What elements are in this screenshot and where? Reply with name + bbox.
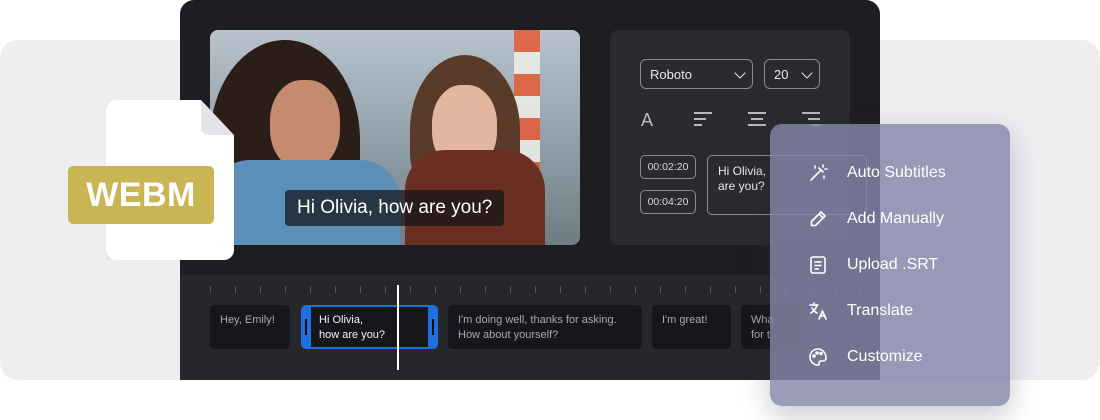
font-family-value: Roboto [650, 67, 692, 82]
end-time-field[interactable]: 00:04:20 [640, 190, 696, 214]
file-format-badge: WEBM [68, 166, 214, 224]
palette-icon [809, 348, 827, 366]
clip-text: I'm great! [662, 314, 708, 326]
chevron-down-icon [801, 67, 813, 79]
menu-item-customize[interactable]: Customize [808, 345, 923, 369]
clip-trim-handle-left[interactable] [305, 319, 307, 335]
video-caption: Hi Olivia, how are you? [285, 190, 505, 226]
clip-text: how are you? [319, 329, 386, 341]
timeline-clip[interactable]: Hey, Emily! [210, 305, 290, 349]
magic-wand-icon [810, 164, 828, 181]
clip-body: Hi Olivia, how are you? [311, 307, 428, 347]
menu-item-label: Customize [847, 348, 923, 365]
clip-text: Hi Olivia, [319, 314, 364, 326]
clip-text: I'm doing well, thanks for asking. [458, 314, 617, 326]
font-size-select[interactable]: 20 [764, 59, 820, 89]
menu-item-upload-srt[interactable]: Upload .SRT [808, 253, 938, 277]
clip-trim-handle-right[interactable] [432, 319, 434, 335]
menu-item-translate[interactable]: Translate [808, 299, 913, 323]
menu-item-label: Add Manually [847, 210, 944, 227]
pencil-icon [810, 211, 826, 227]
video-preview[interactable]: Hi Olivia, how are you? [210, 30, 580, 245]
text-format-icon[interactable]: A [641, 110, 653, 131]
font-family-select[interactable]: Roboto [640, 59, 753, 89]
timeline-clip[interactable]: I'm doing well, thanks for asking. How a… [448, 305, 642, 349]
menu-item-auto-subtitles[interactable]: Auto Subtitles [808, 161, 946, 185]
menu-item-add-manually[interactable]: Add Manually [808, 207, 944, 231]
align-left-icon[interactable] [694, 112, 712, 126]
menu-item-label: Auto Subtitles [847, 164, 946, 181]
timeline-playhead[interactable] [397, 285, 399, 370]
clip-text: How about yourself? [458, 329, 559, 341]
subtitle-actions-menu: Auto Subtitles Add Manually Upload .SRT … [770, 124, 1010, 406]
menu-item-label: Translate [847, 302, 914, 319]
document-icon [810, 256, 826, 274]
clip-text: Hey, Emily! [220, 314, 275, 326]
timeline-clip-selected[interactable]: Hi Olivia, how are you? [301, 305, 438, 349]
chevron-down-icon [734, 67, 746, 79]
menu-item-label: Upload .SRT [847, 256, 939, 273]
translate-icon [809, 302, 827, 320]
start-time-field[interactable]: 00:02:20 [640, 155, 696, 179]
font-size-value: 20 [774, 67, 789, 82]
person-left-face [270, 80, 340, 170]
timeline-clip[interactable]: I'm great! [652, 305, 731, 349]
align-center-icon[interactable] [748, 112, 766, 126]
